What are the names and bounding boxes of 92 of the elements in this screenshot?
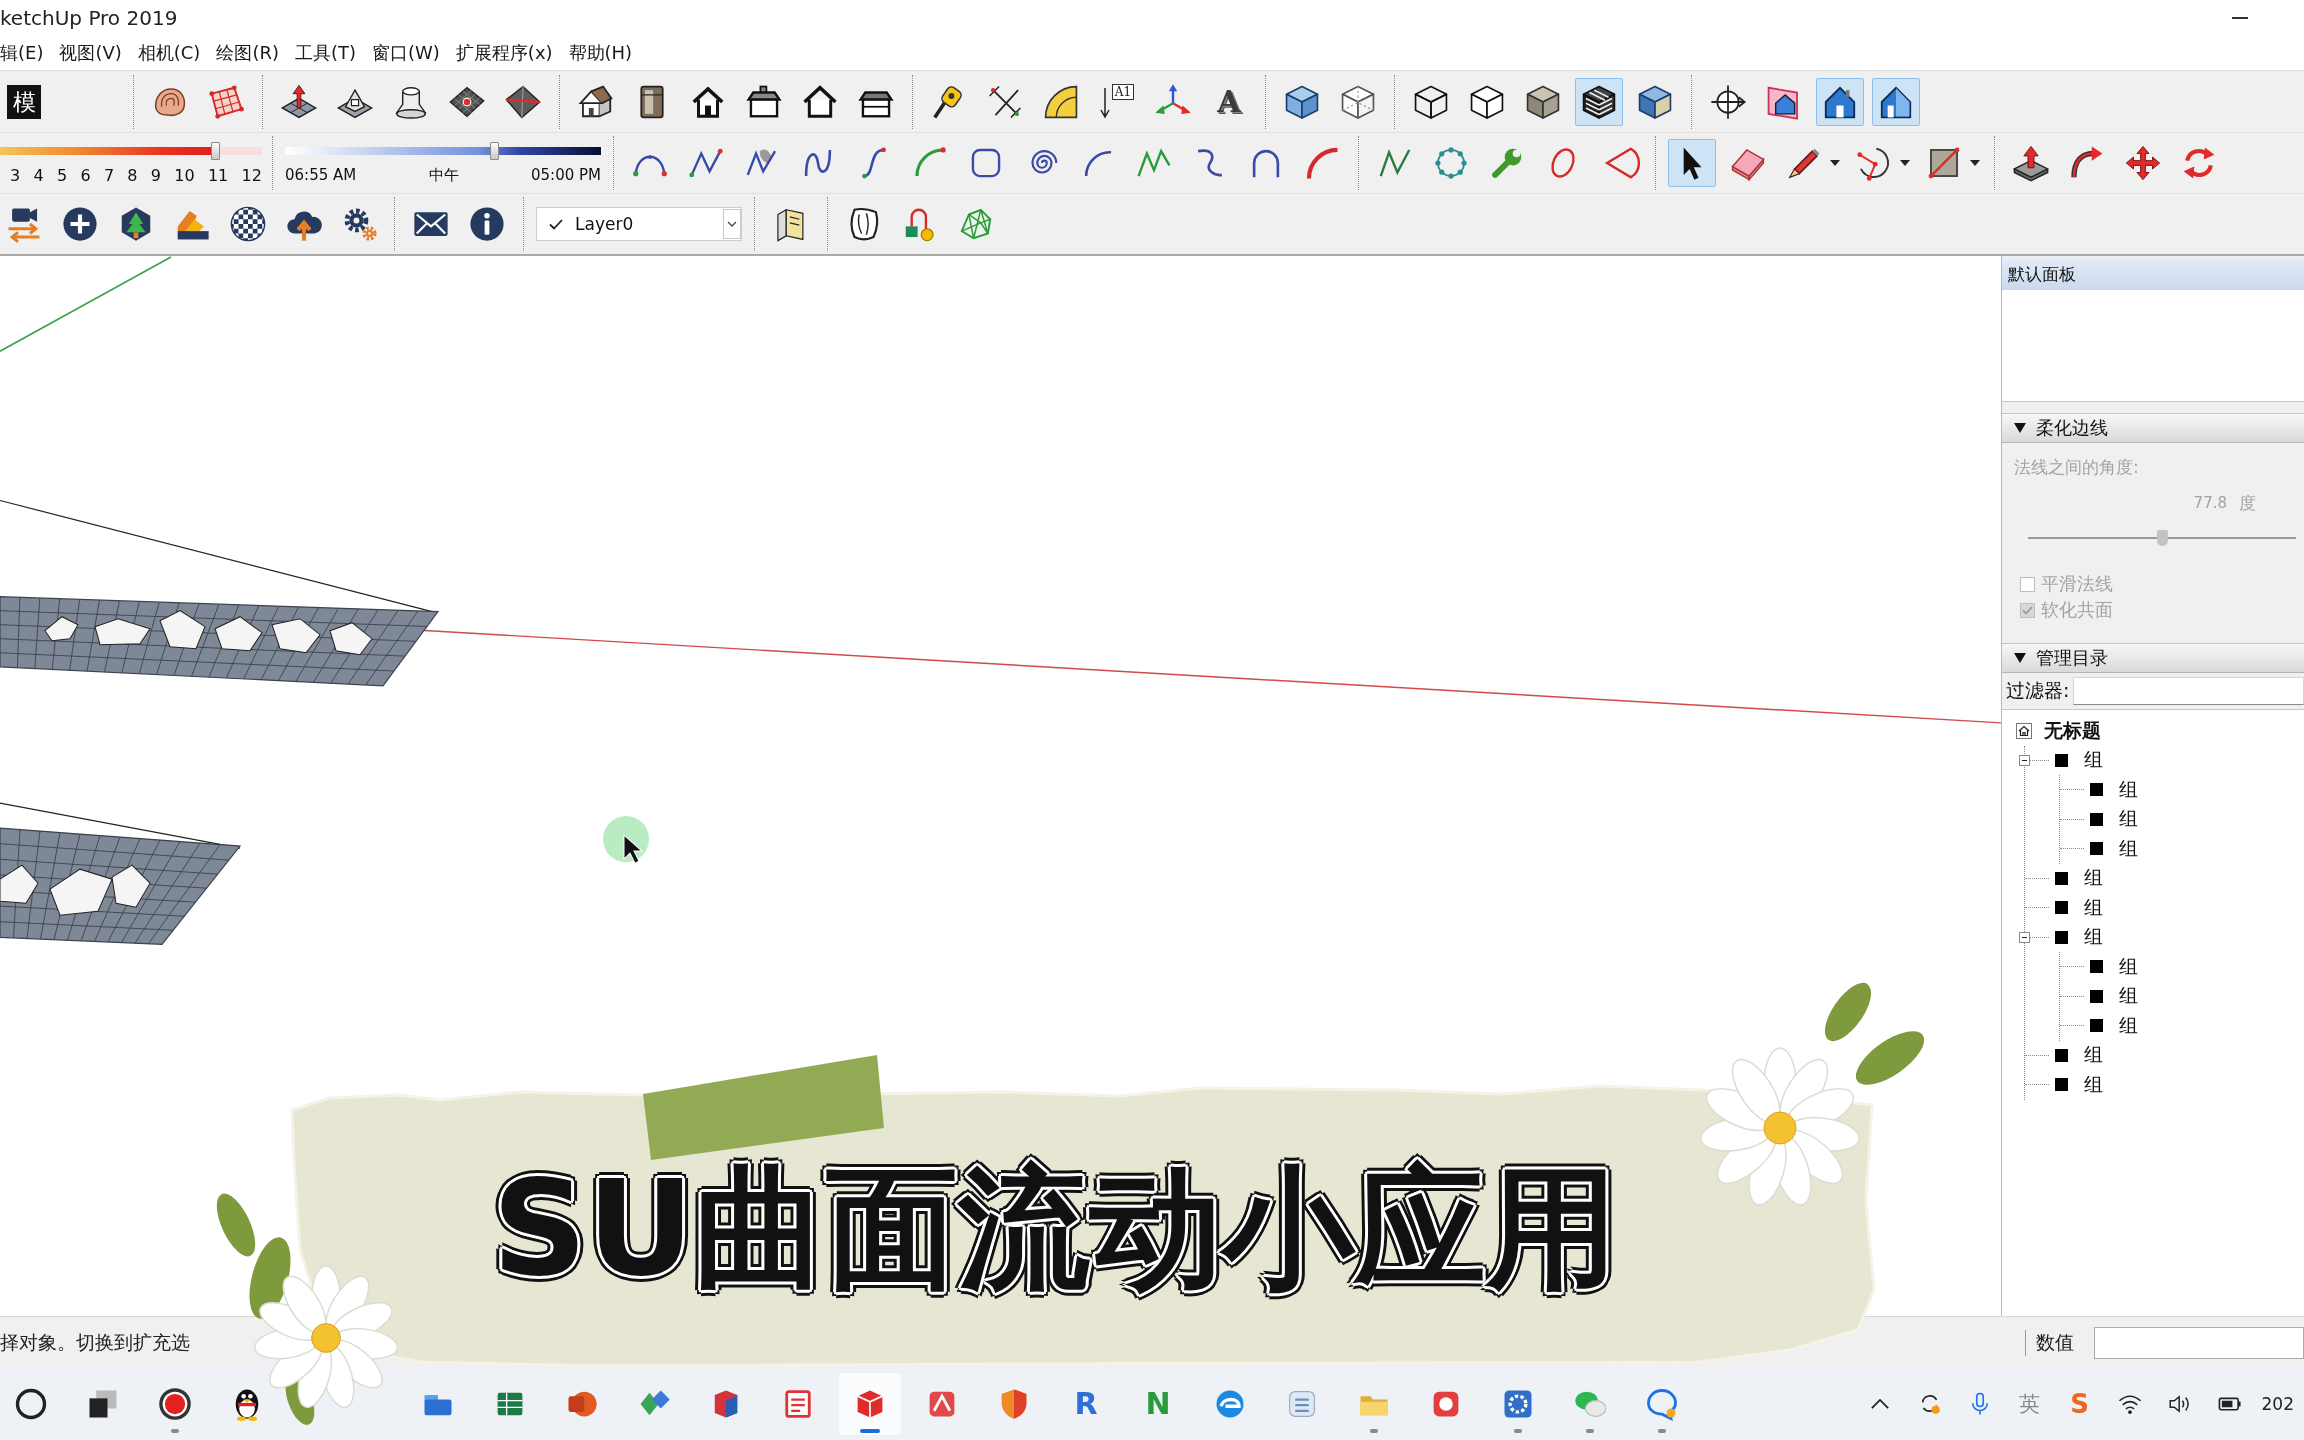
- filter-field[interactable]: [2073, 677, 2304, 705]
- toolbar-button[interactable]: A1: [1093, 77, 1141, 126]
- month-label: 12: [241, 165, 262, 185]
- time-label: 中午: [428, 165, 459, 185]
- menu-item[interactable]: 视图(V): [51, 39, 130, 67]
- month-label: 7: [103, 165, 115, 185]
- month-label: 8: [127, 165, 138, 185]
- month-label: 3: [10, 165, 21, 185]
- toolbar-button[interactable]: [1816, 77, 1864, 126]
- collapse-icon[interactable]: [2019, 931, 2030, 943]
- angle-label: 法线之间的角度:: [2014, 456, 2140, 479]
- group-icon: [2090, 812, 2103, 826]
- glyph-button[interactable]: 模: [7, 84, 41, 119]
- tree-item[interactable]: 组: [2019, 1040, 2304, 1070]
- month-label: 11: [207, 165, 229, 185]
- status-hint: 择对象。切换到扩充选: [0, 1329, 190, 1355]
- angle-value: 77.8: [2193, 494, 2227, 512]
- month-label: 5: [56, 165, 68, 185]
- tree-item[interactable]: 组: [2019, 893, 2304, 923]
- tray-header: 默认面板: [2002, 258, 2304, 290]
- group-icon: [2055, 871, 2068, 885]
- move-arrows-icon: [2124, 144, 2162, 182]
- section-header[interactable]: 管理目录: [2002, 643, 2304, 673]
- tree-item[interactable]: 组: [2054, 952, 2304, 982]
- group-icon: [2055, 1048, 2068, 1062]
- info-icon: [468, 205, 506, 243]
- menu-item[interactable]: 辑(E): [0, 39, 52, 67]
- group-icon: [2090, 1019, 2103, 1033]
- crosshair-icon: [1709, 82, 1747, 121]
- group-icon: [2090, 960, 2103, 974]
- plate-arrow-icon: [280, 82, 318, 121]
- slider-thumb[interactable]: [489, 141, 499, 160]
- point-ring-icon: [1432, 144, 1470, 182]
- record-icon: [157, 1386, 193, 1422]
- tree-item[interactable]: 组: [2054, 834, 2304, 864]
- menu-item[interactable]: 绘图(R): [208, 39, 287, 67]
- month-label: 6: [80, 165, 91, 185]
- collapse-icon[interactable]: [2019, 754, 2030, 766]
- unit-label: 度: [2239, 491, 2256, 515]
- menu-item[interactable]: 工具(T): [286, 39, 364, 67]
- cursor-icon: [603, 816, 649, 864]
- clock[interactable]: 202: [2261, 1394, 2294, 1414]
- slider-thumb[interactable]: [210, 141, 220, 160]
- group-icon: [2090, 842, 2103, 856]
- checker-sphere-icon: [229, 205, 267, 243]
- tree-item[interactable]: 组: [2019, 922, 2304, 952]
- menu-item[interactable]: 帮助(H): [560, 39, 641, 67]
- tree-item[interactable]: 无标题: [2002, 716, 2304, 746]
- grid-plane-icon: [207, 82, 245, 121]
- caret-icon: [1830, 160, 1840, 166]
- month-label: 4: [33, 165, 44, 185]
- layer-dropdown[interactable]: Layer0: [536, 207, 742, 241]
- toolbar-button[interactable]: A: [1205, 77, 1253, 126]
- time-label: 05:00 PM: [531, 165, 601, 185]
- checkbox-label: 平滑法线: [2041, 572, 2113, 596]
- toolbar-button[interactable]: [1872, 77, 1920, 126]
- menu-item[interactable]: 扩展程序(x): [447, 39, 561, 67]
- tree-item[interactable]: 组: [2019, 1070, 2304, 1100]
- taskbar-button[interactable]: R: [1055, 1373, 1117, 1435]
- tree-item[interactable]: 组: [2054, 775, 2304, 805]
- minimize-icon: [2232, 17, 2248, 19]
- toolbar-button[interactable]: [1668, 139, 1716, 187]
- house-icon: [2016, 722, 2032, 739]
- group-icon: [2090, 989, 2103, 1003]
- plus-circle-icon: [61, 205, 99, 243]
- search-icon: [13, 1386, 49, 1422]
- caret-icon: [1970, 160, 1980, 166]
- caret-icon: [1900, 160, 1910, 166]
- filter-label: 过滤器:: [2006, 678, 2070, 703]
- tree-item[interactable]: 组: [2054, 1011, 2304, 1041]
- toolbar-button[interactable]: [1575, 77, 1623, 126]
- menu-item[interactable]: 相机(C): [129, 39, 209, 67]
- group-icon: [2055, 901, 2068, 915]
- measurement-label: 数值: [2025, 1329, 2074, 1356]
- month-label: 10: [174, 165, 195, 185]
- group-icon: [2055, 1078, 2068, 1092]
- chat-bubble-icon: [1644, 1386, 1680, 1422]
- push-pull-icon: [2012, 144, 2050, 182]
- group-icon: [2055, 930, 2068, 944]
- caption-title: SU曲面流动小应用: [492, 1156, 1619, 1302]
- tree-item[interactable]: 组: [2054, 981, 2304, 1011]
- measurement-field[interactable]: [2094, 1326, 2304, 1359]
- window-title: ketchUp Pro 2019: [0, 6, 178, 30]
- time-label: 06:55 AM: [285, 165, 357, 185]
- group-icon: [2090, 783, 2103, 797]
- month-label: 9: [150, 165, 161, 185]
- checkbox-label: 软化共面: [2041, 598, 2113, 622]
- menu-item[interactable]: 窗口(W): [364, 39, 448, 67]
- group-icon: [2055, 753, 2068, 767]
- tree-item[interactable]: 组: [2054, 804, 2304, 834]
- tree-item[interactable]: 组: [2019, 745, 2304, 775]
- tree-item[interactable]: 组: [2019, 863, 2304, 893]
